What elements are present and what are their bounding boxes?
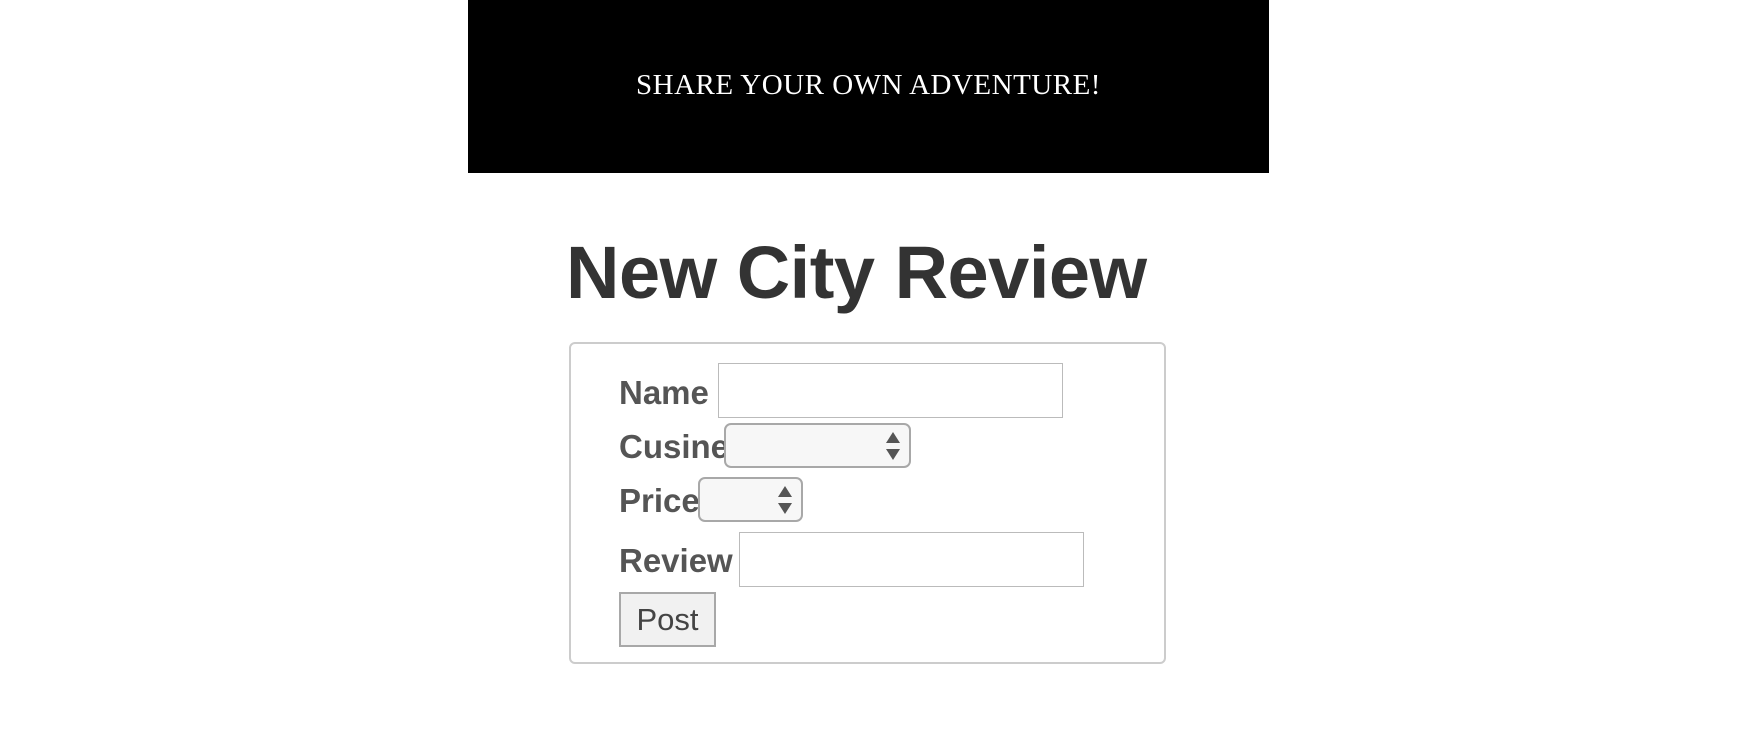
page: SHARE YOUR OWN ADVENTURE! New City Revie… — [0, 0, 1762, 738]
banner-text: SHARE YOUR OWN ADVENTURE! — [636, 68, 1101, 101]
cuisine-select[interactable] — [724, 423, 911, 468]
banner: SHARE YOUR OWN ADVENTURE! — [468, 0, 1269, 173]
price-label: Price — [619, 482, 700, 519]
review-input[interactable] — [739, 532, 1084, 587]
name-input[interactable] — [718, 363, 1063, 418]
page-title: New City Review — [566, 231, 1147, 314]
price-select[interactable] — [698, 477, 803, 522]
select-arrows-icon — [778, 486, 792, 514]
select-arrows-icon — [886, 432, 900, 460]
review-label: Review — [619, 542, 733, 579]
cuisine-label: Cusine — [619, 428, 730, 465]
name-label: Name — [619, 374, 709, 411]
post-button[interactable]: Post — [619, 592, 716, 647]
